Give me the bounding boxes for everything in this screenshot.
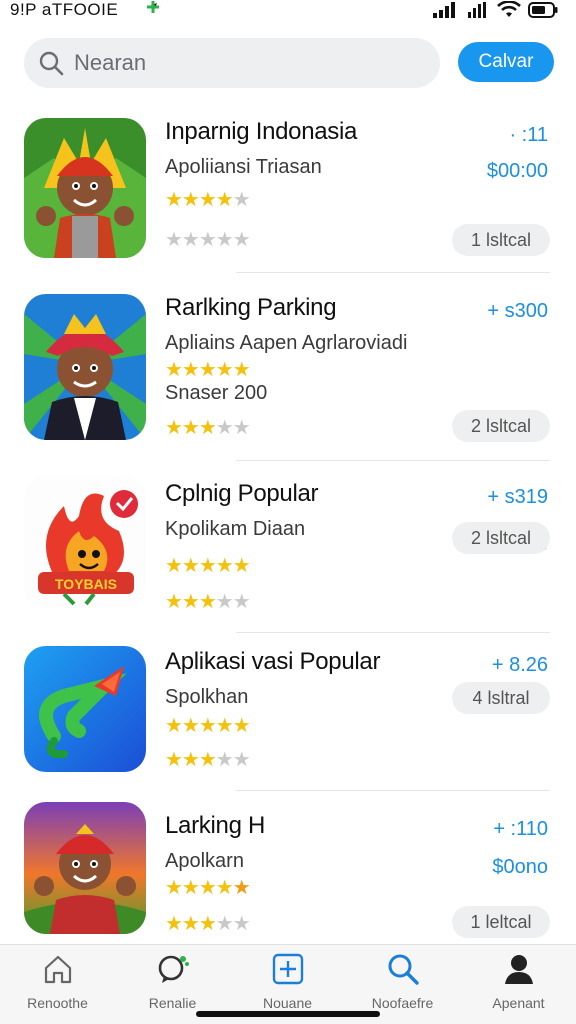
flame-mascot-icon[interactable]: TOYBAIS <box>24 476 146 608</box>
app-title: Cplnig Popular <box>165 480 319 507</box>
app-price: + s319 <box>487 486 548 508</box>
rating-stars: ★★★★★ <box>165 877 251 899</box>
add-square-icon <box>270 951 306 987</box>
list-item[interactable]: Larking H Apolkarn ★★★★★ ★★★★★ + :110 $0… <box>0 796 576 956</box>
tab-label: Noofaefre <box>371 995 434 1011</box>
tab-home[interactable]: Renoothe <box>0 951 115 1017</box>
search-placeholder: Nearan <box>74 50 147 75</box>
status-indicators <box>433 1 558 18</box>
divider <box>236 790 550 791</box>
install-button[interactable]: 1 lsltcal <box>452 224 550 256</box>
home-indicator <box>196 1011 380 1017</box>
search-row: Nearan Calvar <box>24 38 554 88</box>
app-subtitle: Spolkhan <box>165 686 249 708</box>
chat-icon <box>155 951 191 987</box>
home-icon <box>40 951 76 987</box>
app-title: Aplikasi vasi Popular <box>165 648 381 675</box>
tab-profile[interactable]: Apenant <box>461 951 576 1017</box>
tab-chat[interactable]: Renalie <box>115 951 230 1017</box>
app-price: · :11 <box>509 124 548 146</box>
tab-label: Apenant <box>492 995 545 1011</box>
tab-label: Renalie <box>148 995 197 1011</box>
tab-label: Renoothe <box>27 995 88 1011</box>
tab-search[interactable]: Noofaefre <box>345 951 460 1017</box>
rating-stars: ★★★★★ <box>165 715 251 737</box>
list-item[interactable]: TOYBAIS Cplnig Popular Kpolikam Diaan ★★… <box>0 464 576 633</box>
status-time: 9!P aTFOOIE <box>10 0 119 19</box>
signal-icon <box>433 2 455 18</box>
app-title: Larking H <box>165 812 266 839</box>
signal-icon-2 <box>468 2 486 18</box>
list-item[interactable]: Rarlking Parking Apliains Aapen Agrlarov… <box>0 278 576 461</box>
app-subtitle: Apliains Aapen Agrlaroviadi <box>165 332 408 354</box>
install-button[interactable]: 2 lsltcal <box>452 410 550 442</box>
divider <box>236 272 550 273</box>
rating-stars-secondary: ★★★★★ <box>165 229 251 251</box>
search-input[interactable]: Nearan <box>24 38 440 88</box>
app-subtitle: Apoliiansi Triasan <box>165 156 322 178</box>
app-title: Rarlking Parking <box>165 294 337 321</box>
install-button[interactable]: 1 leltcal <box>452 906 550 938</box>
rating-stars: ★★★★★ <box>165 555 251 577</box>
rating-stars-secondary: ★★★★★ <box>165 591 251 613</box>
divider <box>236 460 550 461</box>
rating-stars-secondary: ★★★★★ <box>165 749 251 771</box>
install-button[interactable]: 2 lsltcal <box>452 522 550 554</box>
wifi-icon <box>497 1 521 17</box>
app-price: + 8.26 <box>491 654 548 676</box>
app-subtitle: Kpolikam Diaan <box>165 518 306 540</box>
hero-hat-icon[interactable] <box>24 294 146 440</box>
hook-arrow-icon[interactable] <box>24 646 146 772</box>
app-subtitle: Apolkarn <box>165 850 244 872</box>
app-price-secondary: $0ono <box>492 856 548 878</box>
list-item[interactable]: Inparnig Indonasia Apoliiansi Triasan ★★… <box>0 102 576 273</box>
search-icon <box>39 51 64 76</box>
list-item[interactable]: Aplikasi vasi Popular Spolkhan ★★★★★ ★★★… <box>0 632 576 792</box>
rating-stars: ★★★★★ <box>165 189 251 211</box>
profile-icon <box>501 951 537 987</box>
search-icon <box>385 951 421 987</box>
install-button[interactable]: 4 lsltral <box>452 682 550 714</box>
app-title: Inparnig Indonasia <box>165 118 358 145</box>
app-price-secondary: $00:00 <box>486 160 548 182</box>
app-price: + :110 <box>493 818 548 840</box>
rating-stars-secondary: ★★★★★ <box>165 913 251 935</box>
status-bar: 9!P aTFOOIE <box>0 0 576 22</box>
tab-new[interactable]: Nouane <box>230 951 345 1017</box>
app-price: + s300 <box>487 300 548 322</box>
plus-badge-icon <box>147 1 159 13</box>
rating-stars: ★★★★★ <box>165 359 251 381</box>
search-button[interactable]: Calvar <box>458 42 554 82</box>
tab-label: Nouane <box>262 995 313 1011</box>
app-extra-info: Snaser 200 <box>165 382 268 404</box>
hero-flame-icon[interactable] <box>24 118 146 258</box>
svg-text:TOYBAIS: TOYBAIS <box>55 576 117 592</box>
battery-icon <box>528 2 558 18</box>
hero-sunset-icon[interactable] <box>24 802 146 934</box>
rating-stars-secondary: ★★★★★ <box>165 417 251 439</box>
